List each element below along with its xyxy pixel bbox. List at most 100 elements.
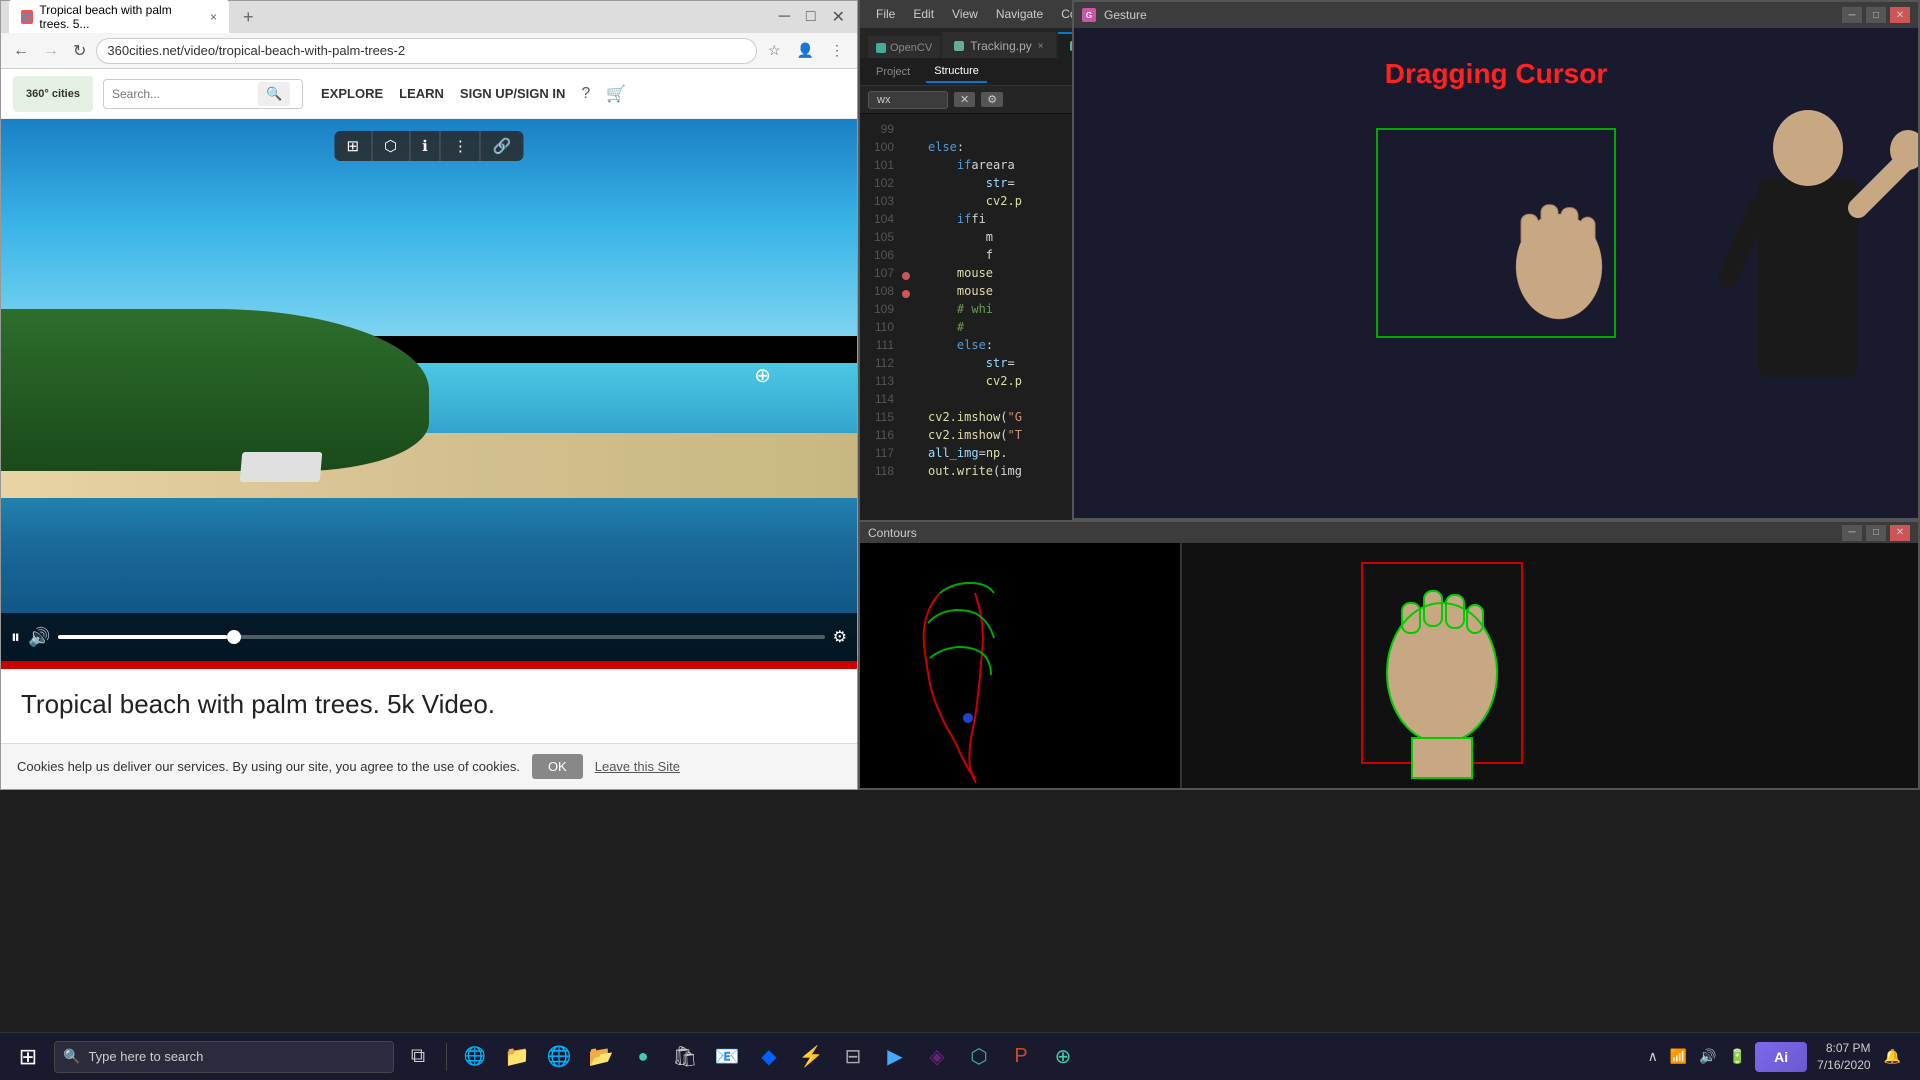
browser-controls: ← → ↻ 360cities.net/video/tropical-beach… (1, 33, 857, 69)
bookmark-button[interactable]: ☆ (763, 40, 786, 61)
browser-titlebar: 🌐 Tropical beach with palm trees. 5... ×… (1, 1, 857, 33)
subtab-project[interactable]: Project (868, 62, 918, 82)
volume-button[interactable]: 🔊 (28, 627, 50, 648)
app1-icon[interactable]: ⚡ (793, 1039, 829, 1075)
chrome-icon[interactable]: ● (625, 1039, 661, 1075)
cookie-text: Cookies help us deliver our services. By… (17, 759, 520, 774)
gesture-window-title: Gesture (1104, 8, 1147, 22)
subtab-structure[interactable]: Structure (926, 61, 987, 83)
tab-tracking[interactable]: Tracking.py × (942, 32, 1055, 58)
menu-view[interactable]: View (944, 5, 986, 23)
tray-up-icon[interactable]: ∧ (1645, 1048, 1661, 1065)
gesture-maximize-button[interactable]: □ (1866, 7, 1886, 23)
forward-button[interactable]: → (39, 40, 63, 62)
contours-window-controls: ─ □ ✕ (1842, 525, 1910, 541)
mail-icon[interactable]: 📧 (709, 1039, 745, 1075)
cart-icon[interactable]: 🛒 (606, 84, 626, 104)
tab-tracking-close[interactable]: × (1038, 41, 1044, 52)
video-settings-button[interactable]: ⚙ (833, 627, 847, 647)
menu-file[interactable]: File (868, 5, 903, 23)
task-icon[interactable]: ⊟ (835, 1039, 871, 1075)
ai-badge[interactable]: Ai (1755, 1042, 1807, 1072)
more-button[interactable]: ⋮ (441, 131, 481, 161)
vs-icon[interactable]: ◈ (919, 1039, 955, 1075)
maximize-button[interactable]: □ (802, 5, 820, 29)
person-drawing (1698, 78, 1918, 428)
nav-explore[interactable]: EXPLORE (321, 86, 383, 101)
dropbox-icon[interactable]: ◆ (751, 1039, 787, 1075)
contours-titlebar: Contours ─ □ ✕ (860, 522, 1918, 543)
store-icon[interactable]: 🛍 (667, 1039, 703, 1075)
progress-bar[interactable] (58, 635, 824, 639)
site-logo[interactable]: 360° cities (13, 76, 93, 112)
taskbar: ⊞ 🔍 Type here to search ⧉ 🌐 📁 🌐 📂 ● 🛍 📧 … (0, 1032, 1920, 1080)
gesture-minimize-button[interactable]: ─ (1842, 7, 1862, 23)
edge-icon[interactable]: 🌐 (457, 1039, 493, 1075)
system-clock[interactable]: 8:07 PM 7/16/2020 (1813, 1040, 1874, 1074)
clock-time: 8:07 PM (1817, 1040, 1870, 1057)
site-nav: EXPLORE LEARN SIGN UP/SIGN IN (321, 86, 565, 101)
taskbar-search-box[interactable]: 🔍 Type here to search (54, 1041, 394, 1073)
fullscreen-button[interactable]: ⊞ (334, 131, 372, 161)
notification-icon[interactable]: 🔔 (1881, 1048, 1904, 1065)
user-button[interactable]: 👤 (792, 40, 819, 61)
video-forest (1, 309, 429, 472)
minimize-button[interactable]: ─ (775, 5, 794, 29)
reload-button[interactable]: ↻ (69, 39, 90, 63)
contours-close-button[interactable]: ✕ (1890, 525, 1910, 541)
back-button[interactable]: ← (9, 40, 33, 62)
video-frame: ⊕ (1, 119, 857, 661)
contours-maximize-button[interactable]: □ (1866, 525, 1886, 541)
files-icon[interactable]: 📂 (583, 1039, 619, 1075)
menu-edit[interactable]: Edit (905, 5, 942, 23)
browser-tab[interactable]: 🌐 Tropical beach with palm trees. 5... × (9, 0, 229, 36)
taskview-button[interactable]: ⧉ (400, 1039, 436, 1075)
share-button[interactable]: 🔗 (481, 131, 524, 161)
cookie-leave-button[interactable]: Leave this Site (595, 759, 680, 774)
gesture-close-button[interactable]: ✕ (1890, 7, 1910, 23)
nav-learn[interactable]: LEARN (399, 86, 444, 101)
site-search[interactable]: 🔍 (103, 79, 303, 109)
tab-close-button[interactable]: × (210, 10, 217, 24)
start-button[interactable]: ⊞ (8, 1037, 48, 1077)
gesture-window: G Gesture ─ □ ✕ Dragging Cursor (1072, 0, 1920, 520)
menu-navigate[interactable]: Navigate (988, 5, 1051, 23)
progress-thumb (227, 630, 241, 644)
menu-button[interactable]: ⋮ (825, 40, 849, 61)
app2-icon[interactable]: ⊕ (1045, 1039, 1081, 1075)
tray-network-icon[interactable]: 📶 (1667, 1048, 1690, 1065)
tray-battery-icon[interactable]: 🔋 (1726, 1048, 1749, 1065)
search-button[interactable]: 🔍 (258, 82, 290, 106)
search-input[interactable] (112, 87, 252, 101)
gesture-label: Dragging Cursor (1385, 58, 1607, 90)
ppt-icon[interactable]: P (1003, 1039, 1039, 1075)
gesture-window-icon: G (1082, 8, 1096, 22)
tab-opencv[interactable]: OpenCV (868, 36, 940, 58)
help-icon[interactable]: ? (581, 85, 590, 103)
address-bar[interactable]: 360cities.net/video/tropical-beach-with-… (96, 38, 757, 64)
vr-button[interactable]: ⬡ (372, 131, 410, 161)
ide-search-button[interactable]: ✕ (954, 92, 975, 107)
contour-hand-drawing (1182, 543, 1562, 783)
contours-minimize-button[interactable]: ─ (1842, 525, 1862, 541)
new-tab-button[interactable]: + (237, 7, 260, 28)
contours-left-panel (860, 543, 1182, 788)
search-icon: 🔍 (63, 1048, 80, 1065)
nav-signup[interactable]: SIGN UP/SIGN IN (460, 86, 565, 101)
pause-button[interactable]: ⏸ (11, 627, 20, 648)
video-boat (239, 452, 322, 482)
ide-settings-button[interactable]: ⚙ (981, 92, 1003, 107)
info-button[interactable]: ℹ (410, 131, 441, 161)
gesture-hand (1479, 138, 1639, 338)
browser2-icon[interactable]: 🌐 (541, 1039, 577, 1075)
ide-search-input[interactable] (868, 91, 948, 109)
red-bar (1, 661, 857, 669)
tray-speaker-icon[interactable]: 🔊 (1696, 1048, 1719, 1065)
cookie-ok-button[interactable]: OK (532, 754, 583, 779)
tab-tracking-label: Tracking.py (970, 39, 1032, 53)
close-window-button[interactable]: ✕ (828, 5, 849, 29)
video-toolbar: ⊞ ⬡ ℹ ⋮ 🔗 (334, 131, 523, 161)
tool1-icon[interactable]: ⬡ (961, 1039, 997, 1075)
pycharm-icon[interactable]: ▶ (877, 1039, 913, 1075)
explorer-icon[interactable]: 📁 (499, 1039, 535, 1075)
